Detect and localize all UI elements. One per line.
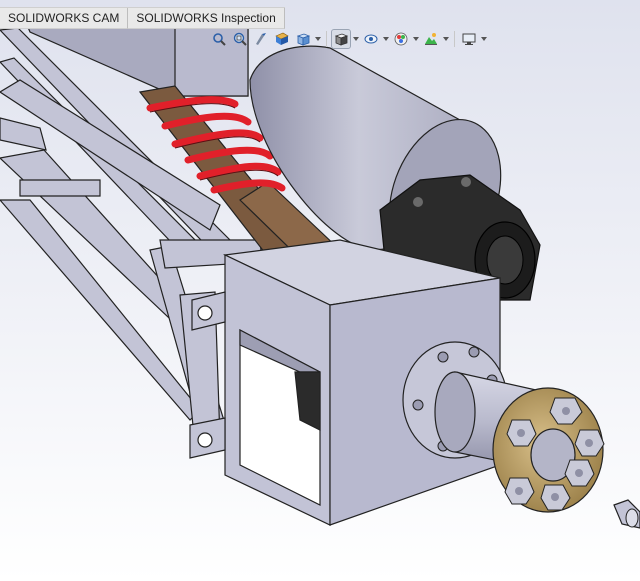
zoom-to-area-icon[interactable] xyxy=(231,30,249,48)
view-orientation-icon[interactable] xyxy=(294,30,312,48)
zoom-to-fit-icon[interactable] xyxy=(210,30,228,48)
toolbar-separator xyxy=(326,31,327,47)
hide-show-items-dropdown[interactable] xyxy=(383,30,389,48)
hide-show-items-icon[interactable] xyxy=(362,30,380,48)
view-orientation-dropdown[interactable] xyxy=(315,30,321,48)
command-manager-tabs: SOLIDWORKS CAM SOLIDWORKS Inspection xyxy=(0,7,285,29)
display-style-icon[interactable] xyxy=(331,29,351,49)
view-settings-dropdown[interactable] xyxy=(481,30,487,48)
heads-up-view-toolbar xyxy=(210,28,487,50)
graphics-area[interactable] xyxy=(0,0,640,581)
tab-solidworks-inspection[interactable]: SOLIDWORKS Inspection xyxy=(128,8,285,29)
previous-view-icon[interactable] xyxy=(252,30,270,48)
view-settings-icon[interactable] xyxy=(460,30,478,48)
wheel-hub-flange xyxy=(492,387,605,513)
tab-solidworks-cam[interactable]: SOLIDWORKS CAM xyxy=(0,8,129,29)
section-view-icon[interactable] xyxy=(273,30,291,48)
toolbar-separator xyxy=(454,31,455,47)
edit-appearance-icon[interactable] xyxy=(392,30,410,48)
display-style-dropdown[interactable] xyxy=(353,30,359,48)
apply-scene-icon[interactable] xyxy=(422,30,440,48)
edit-appearance-dropdown[interactable] xyxy=(413,30,419,48)
apply-scene-dropdown[interactable] xyxy=(443,30,449,48)
